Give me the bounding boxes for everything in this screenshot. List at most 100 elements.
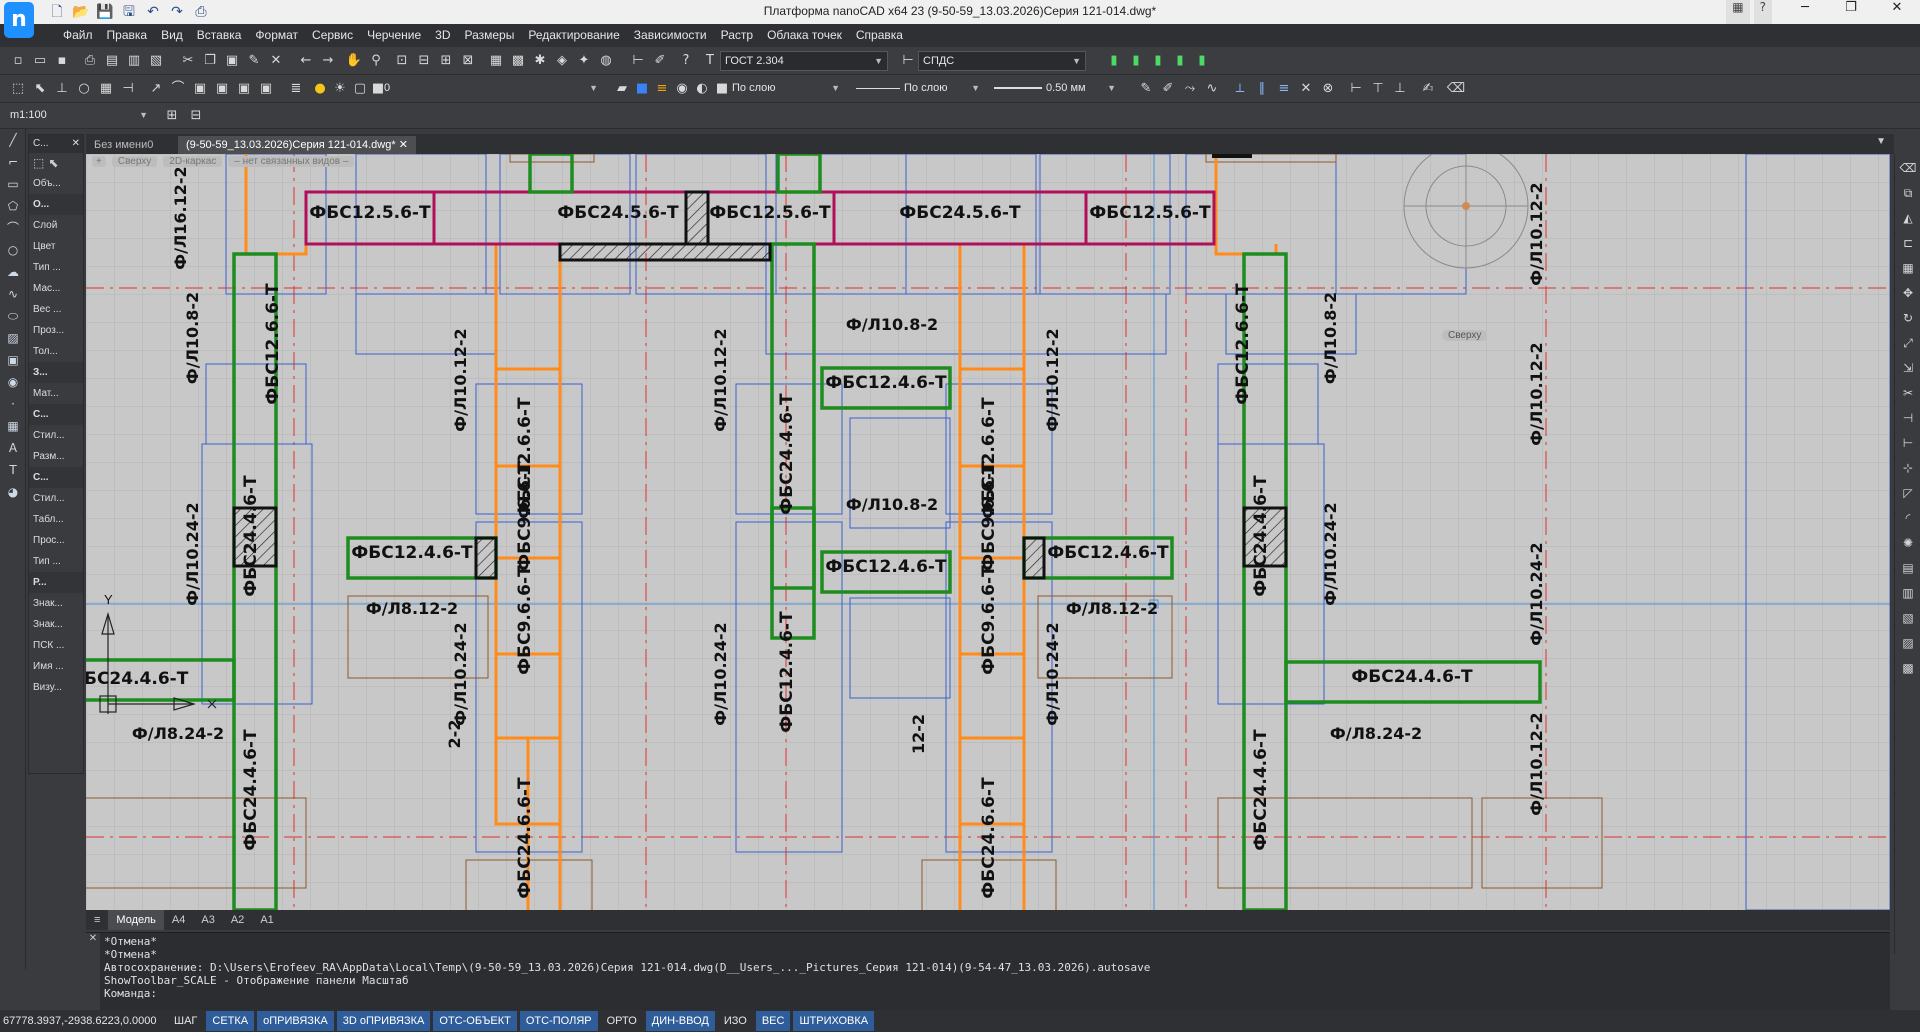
property-row[interactable]: Вес ... xyxy=(29,299,83,320)
zoom-window-icon[interactable]: ⊡ xyxy=(392,51,412,71)
save-icon[interactable]: ▪ xyxy=(52,51,72,71)
status-toggle-10[interactable]: ШТРИХОВКА xyxy=(793,1011,875,1031)
block-label[interactable]: ФБС12.4.6-Т xyxy=(1047,543,1169,563)
status-toggle-4[interactable]: ОТС-ОБЪЕКТ xyxy=(433,1011,517,1031)
footing-label[interactable]: Ф/Л10.12-2 xyxy=(711,328,730,431)
footing-label[interactable]: Ф/Л8.24-2 xyxy=(1330,724,1422,743)
layer-select[interactable]: 0 ▼ xyxy=(376,79,602,99)
tab-a3[interactable]: A3 xyxy=(193,910,222,930)
erase-icon[interactable]: ✕ xyxy=(266,51,286,71)
block-label[interactable]: ФБС12.4.6-Т xyxy=(777,611,797,733)
ellipse-icon[interactable]: ⬭ xyxy=(2,306,24,327)
tab-a4[interactable]: A4 xyxy=(164,910,193,930)
property-row[interactable]: С... xyxy=(29,404,83,425)
menu-item-7[interactable]: 3D xyxy=(428,24,457,47)
tool-palette-icon[interactable]: ✱ xyxy=(530,51,550,71)
spds-format-icon[interactable]: ▮ xyxy=(1126,51,1146,71)
region-icon[interactable]: ▣ xyxy=(2,350,24,371)
layer-visible-icon[interactable]: ◉ xyxy=(672,79,692,99)
property-row[interactable]: Мат... xyxy=(29,383,83,404)
property-row[interactable]: Тип ... xyxy=(29,551,83,572)
pickadd-icon[interactable]: ⬉ xyxy=(48,153,58,173)
fillet-icon[interactable]: ◜ xyxy=(1897,507,1919,529)
paste-icon[interactable]: ▣ xyxy=(222,51,242,71)
open-icon[interactable]: ▭ xyxy=(30,51,50,71)
arc-icon[interactable]: ⌒ xyxy=(2,218,24,239)
pan-icon[interactable]: ✋ xyxy=(344,51,364,71)
text-style-select[interactable]: ГОСТ 2.304 ▼ xyxy=(720,51,888,71)
menu-item-11[interactable]: Растр xyxy=(714,24,760,47)
cut-icon[interactable]: ✂ xyxy=(178,51,198,71)
property-row[interactable]: О... xyxy=(29,194,83,215)
dim-tool-3-icon[interactable]: ⊥ xyxy=(1390,79,1410,99)
menu-item-3[interactable]: Вставка xyxy=(190,24,249,47)
tab-unnamed[interactable]: Без имени0 xyxy=(86,136,161,154)
footing-label[interactable]: Ф/Л8.24-2 xyxy=(132,724,224,743)
dim-tool-1-icon[interactable]: ⊢ xyxy=(1346,79,1366,99)
property-row[interactable]: Визу... xyxy=(29,677,83,698)
select-icon[interactable]: ⬚ xyxy=(8,79,28,99)
rectangle-icon[interactable]: ▭ xyxy=(2,174,24,195)
spds-table-icon[interactable]: ▮ xyxy=(1170,51,1190,71)
block-label[interactable]: БС24.4.6-Т xyxy=(86,669,189,689)
status-toggle-5[interactable]: ОТС-ПОЛЯР xyxy=(519,1011,598,1031)
new-icon[interactable]: ▫ xyxy=(8,51,28,71)
status-toggle-3[interactable]: 3D оПРИВЯЗКА xyxy=(336,1011,431,1031)
property-row[interactable]: Тол... xyxy=(29,341,83,362)
edit-icon-3[interactable]: ⤳ xyxy=(1180,79,1200,99)
edit-icon-1[interactable]: ✎ xyxy=(1136,79,1156,99)
snap-icon[interactable]: ⬉ xyxy=(30,79,50,99)
lineweight-select[interactable]: 0.50 мм ▼ xyxy=(990,79,1120,99)
menu-item-2[interactable]: Вид xyxy=(154,24,190,47)
compass-view-label[interactable]: Сверху xyxy=(1442,330,1488,341)
tab-model[interactable]: Модель xyxy=(108,910,164,930)
block-label[interactable]: ФБС24.6.6-Т xyxy=(515,777,535,899)
spds-stamp-icon[interactable]: ▮ xyxy=(1148,51,1168,71)
constraint-icon-1[interactable]: ⟂ xyxy=(1230,79,1250,99)
arc-icon[interactable]: ⌒ xyxy=(168,79,188,99)
block-label[interactable]: ФБС24.6.6-Т xyxy=(979,777,999,899)
layer-freeze-icon[interactable]: ☀ xyxy=(330,79,350,99)
calc-icon[interactable]: ✦ xyxy=(574,51,594,71)
viewport-plus[interactable]: + xyxy=(92,156,106,167)
block-label[interactable]: ФБС12.4.6-Т xyxy=(351,543,473,563)
layers-manager-icon[interactable]: ≣ xyxy=(286,79,306,99)
status-toggle-7[interactable]: ДИН-ВВОД xyxy=(645,1011,715,1031)
block-label[interactable]: ФБС12.6.6-Т xyxy=(1233,283,1253,405)
drawing-canvas[interactable]: Y ФБС12.5.6-Т ФБС24.5.6-Т ФБС12.5.6-Т ФБС24… xyxy=(86,154,1890,910)
paint-icon[interactable]: ✍ xyxy=(1418,79,1438,99)
footing-label[interactable]: Ф/Л10.8-2 xyxy=(846,495,938,514)
status-toggle-1[interactable]: СЕТКА xyxy=(206,1011,255,1031)
render-icon[interactable]: ◍ xyxy=(596,51,616,71)
property-row[interactable]: Стил... xyxy=(29,425,83,446)
property-row[interactable]: Стил... xyxy=(29,488,83,509)
color-select[interactable]: По слою ▼ xyxy=(728,79,844,99)
point-icon[interactable]: · xyxy=(2,394,24,415)
undo-icon[interactable]: ← xyxy=(296,51,316,71)
nanocad-logo-icon[interactable]: n xyxy=(4,2,34,38)
property-row[interactable]: Знак... xyxy=(29,593,83,614)
sheet-set-icon[interactable]: ▧ xyxy=(146,51,166,71)
block-label[interactable]: ФБС24.4.6-Т xyxy=(1251,475,1271,597)
join-icon[interactable]: ⊹ xyxy=(1897,457,1919,479)
footing-label[interactable]: Ф/Л10.8-2 xyxy=(846,315,938,334)
layout-tabs-menu-icon[interactable]: ≡ xyxy=(86,910,108,930)
block-edit-icon[interactable]: ▣ xyxy=(256,79,276,99)
array-icon[interactable]: ▦ xyxy=(1897,257,1919,279)
block-label[interactable]: ФБС24.4.6-Т xyxy=(1351,667,1473,687)
footing-label[interactable]: Ф/Л8.12-2 xyxy=(366,599,458,618)
property-row[interactable]: Проз... xyxy=(29,320,83,341)
footing-label[interactable]: 2-2 xyxy=(445,720,464,749)
menu-item-8[interactable]: Размеры xyxy=(457,24,521,47)
revcloud-icon[interactable]: ☁ xyxy=(2,262,24,283)
command-prompt[interactable]: Команда: xyxy=(104,987,1886,1000)
zoom-extents-icon[interactable]: ⊞ xyxy=(436,51,456,71)
zoom-realtime-icon[interactable]: ⚲ xyxy=(366,51,386,71)
block-label[interactable]: ФБС9.6.6-Т xyxy=(979,461,999,571)
design-center-icon[interactable]: ▩ xyxy=(508,51,528,71)
block-attr-icon[interactable]: ▣ xyxy=(234,79,254,99)
scale-add-icon[interactable]: ⊞ xyxy=(162,106,182,126)
workspace-icon[interactable]: ▦ xyxy=(1726,0,1750,24)
menu-item-1[interactable]: Правка xyxy=(100,24,155,47)
measure-icon[interactable]: ⊢ xyxy=(628,51,648,71)
